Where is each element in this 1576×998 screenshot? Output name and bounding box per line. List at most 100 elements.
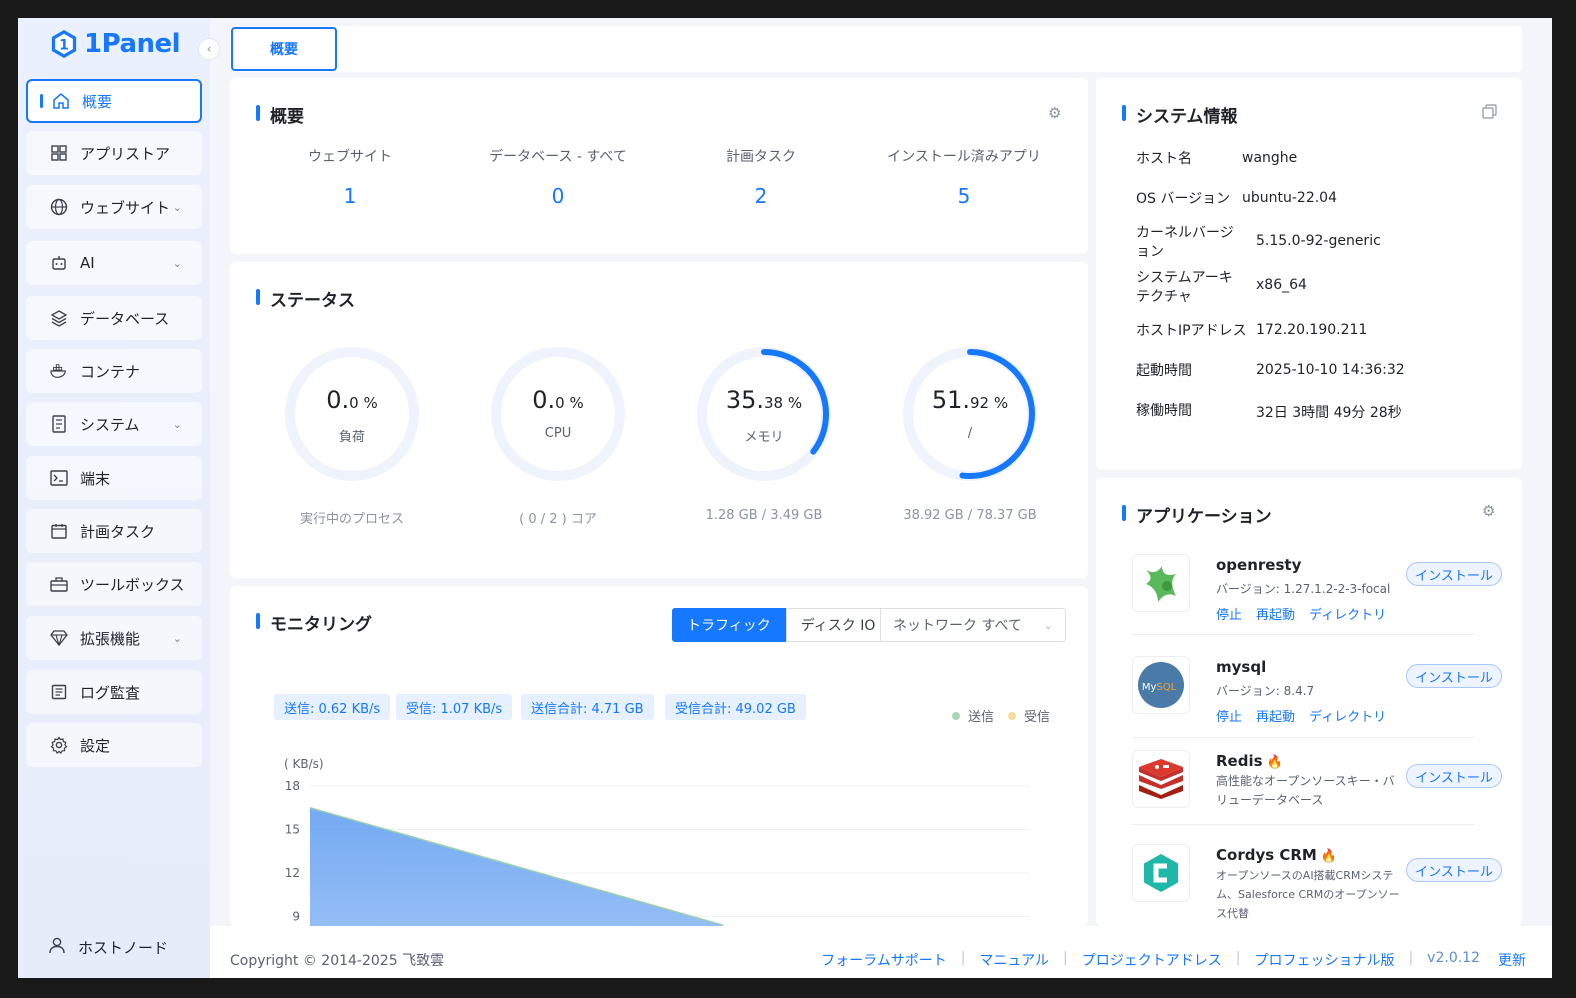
- stat-databases[interactable]: データベース - すべて 0: [458, 146, 658, 208]
- footer-links: フォーラムサポート | マニュアル | プロジェクトアドレス | プロフェッショ…: [821, 950, 1526, 970]
- sidebar-item-toolbox[interactable]: ツールボックス: [26, 562, 202, 606]
- app-desc: オープンソースのAI搭載CRMシステム、Salesforce CRMのオープンソ…: [1216, 869, 1400, 920]
- gear-icon[interactable]: ⚙: [1048, 104, 1061, 122]
- info-key: 起動時間: [1136, 363, 1192, 379]
- sidebar-item-label: システム: [80, 415, 140, 434]
- sidebar-item-label: 概要: [82, 92, 113, 111]
- tab-traffic[interactable]: トラフィック: [672, 608, 786, 642]
- chevron-down-icon: ⌄: [172, 256, 182, 270]
- sidebar-item-label: アプリストア: [80, 144, 171, 163]
- sidebar-item-containers[interactable]: コンテナ: [26, 349, 202, 393]
- install-button[interactable]: インストール: [1406, 562, 1502, 586]
- traffic-chart: ( KB/s) 18 15 12 9: [284, 757, 1030, 926]
- gauge-label: CPU: [544, 426, 572, 441]
- gauge-label: 負荷: [338, 430, 365, 445]
- gauge-footer: 38.92 GB / 78.37 GB: [903, 508, 1037, 523]
- info-key: カーネルバージョン: [1136, 225, 1234, 260]
- collapse-sidebar-button[interactable]: ‹: [198, 38, 220, 60]
- sidebar-item-appstore[interactable]: アプリストア: [26, 131, 202, 175]
- stat-label: データベース - すべて: [489, 149, 627, 165]
- restart-link[interactable]: 再起動: [1256, 608, 1295, 623]
- stop-link[interactable]: 停止: [1216, 710, 1242, 725]
- gauge-value: 51.92 %: [931, 386, 1009, 414]
- network-select[interactable]: ネットワーク すべて ⌄: [880, 608, 1066, 642]
- forum-support-link[interactable]: フォーラムサポート: [821, 950, 947, 970]
- user-icon: [48, 936, 66, 958]
- info-value-boot-time: 2025-10-10 14:36:32: [1256, 362, 1405, 378]
- tab-bar: [230, 26, 1522, 72]
- legend-item-send[interactable]: 送信: [952, 706, 994, 725]
- version-label[interactable]: v2.0.12: [1427, 950, 1480, 970]
- stat-value: 2: [754, 184, 768, 208]
- grid-icon: [50, 144, 68, 162]
- restart-link[interactable]: 再起動: [1256, 710, 1295, 725]
- sidebar-item-ai[interactable]: AI ⌄: [26, 241, 202, 285]
- host-node-button[interactable]: ホストノード: [48, 936, 168, 958]
- gauge-cpu[interactable]: 0.0 % CPU: [488, 344, 628, 484]
- stop-link[interactable]: 停止: [1216, 608, 1242, 623]
- monitoring-card: モニタリング トラフィック ディスク IO ネットワーク すべて ⌄ 送信: 0…: [230, 586, 1088, 926]
- status-title: ステータス: [256, 286, 355, 311]
- sidebar-item-system[interactable]: システム ⌄: [26, 402, 202, 446]
- stat-installed-apps[interactable]: インストール済みアプリ 5: [864, 146, 1064, 208]
- stat-label: ウェブサイト: [308, 149, 392, 165]
- sidebar-item-cronjobs[interactable]: 計画タスク: [26, 509, 202, 553]
- pill-download-total: 受信合計: 49.02 GB: [665, 694, 806, 720]
- directory-link[interactable]: ディレクトリ: [1309, 608, 1386, 623]
- update-link[interactable]: 更新: [1498, 950, 1526, 970]
- stat-cronjobs[interactable]: 計画タスク 2: [661, 146, 861, 208]
- install-button[interactable]: インストール: [1406, 764, 1502, 788]
- y-tick-label: 9: [292, 910, 300, 924]
- app-desc: バージョン: 1.27.1.2-2-3-focal: [1216, 582, 1391, 596]
- sidebar: 1 1Panel ‹ 概要 アプリストア ウェブサイト ⌄ AI ⌄ データベー…: [18, 18, 220, 978]
- gauge-label: /: [967, 426, 973, 441]
- copy-icon[interactable]: [1482, 104, 1497, 123]
- hot-icon: 🔥: [1266, 755, 1283, 770]
- tab-disk-io[interactable]: ディスク IO: [785, 608, 891, 642]
- info-key: 稼働時間: [1136, 403, 1192, 419]
- cordys-crm-logo: [1132, 844, 1190, 902]
- professional-edition-link[interactable]: プロフェッショナル版: [1254, 950, 1394, 970]
- info-value-kernel: 5.15.0-92-generic: [1256, 233, 1381, 249]
- info-key: ホスト名: [1136, 151, 1192, 167]
- gauge-memory[interactable]: 35.38 % メモリ: [694, 344, 834, 484]
- sidebar-item-websites[interactable]: ウェブサイト ⌄: [26, 185, 202, 229]
- toolbox-icon: [50, 575, 68, 593]
- manual-link[interactable]: マニュアル: [979, 950, 1049, 970]
- pill-download-rate: 受信: 1.07 KB/s: [396, 694, 513, 720]
- chevron-down-icon: ⌄: [1043, 618, 1053, 632]
- gear-icon[interactable]: ⚙: [1482, 502, 1495, 520]
- stat-value: 1: [343, 184, 357, 208]
- install-button[interactable]: インストール: [1406, 858, 1502, 882]
- app-window: 1 1Panel ‹ 概要 アプリストア ウェブサイト ⌄ AI ⌄ データベー…: [18, 18, 1552, 978]
- gauge-label: メモリ: [744, 430, 784, 445]
- install-button[interactable]: インストール: [1406, 664, 1502, 688]
- divider: [1132, 824, 1474, 825]
- calendar-icon: [50, 522, 68, 540]
- sidebar-item-extensions[interactable]: 拡張機能 ⌄: [26, 616, 202, 660]
- sidebar-item-terminal[interactable]: 端末: [26, 456, 202, 500]
- gauge-value: 0.0 %: [532, 386, 584, 414]
- applications-title: アプリケーション: [1122, 502, 1272, 527]
- stat-websites[interactable]: ウェブサイト 1: [250, 146, 450, 208]
- tab-overview[interactable]: 概要: [231, 27, 337, 71]
- app-mysql: MySQL mysql バージョン: 8.4.7 停止 再起動 ディレクトリ インス…: [1132, 656, 1502, 725]
- mysql-logo: MySQL: [1132, 656, 1190, 714]
- app-name: mysql: [1216, 658, 1267, 676]
- info-value-hostname: wanghe: [1242, 150, 1298, 166]
- gauge-footer: 1.28 GB / 3.49 GB: [705, 508, 823, 523]
- sidebar-item-log-audit[interactable]: ログ監査: [26, 670, 202, 714]
- info-key: OS バージョン: [1136, 191, 1231, 207]
- sidebar-item-overview[interactable]: 概要: [26, 79, 202, 123]
- gauge-load[interactable]: 0.0 % 負荷: [282, 344, 422, 484]
- sidebar-item-databases[interactable]: データベース: [26, 296, 202, 340]
- app-name: Cordys CRM 🔥: [1216, 846, 1338, 864]
- gauge-disk[interactable]: 51.92 % /: [900, 344, 1040, 484]
- sidebar-item-settings[interactable]: 設定: [26, 723, 202, 767]
- directory-link[interactable]: ディレクトリ: [1309, 710, 1386, 725]
- project-address-link[interactable]: プロジェクトアドレス: [1082, 950, 1222, 970]
- legend-dot: [952, 711, 960, 720]
- legend-item-receive[interactable]: 受信: [1008, 706, 1050, 725]
- log-icon: [50, 683, 68, 701]
- overview-card: 概要 ⚙ ウェブサイト 1 データベース - すべて 0 計画タスク 2 インス…: [230, 78, 1088, 254]
